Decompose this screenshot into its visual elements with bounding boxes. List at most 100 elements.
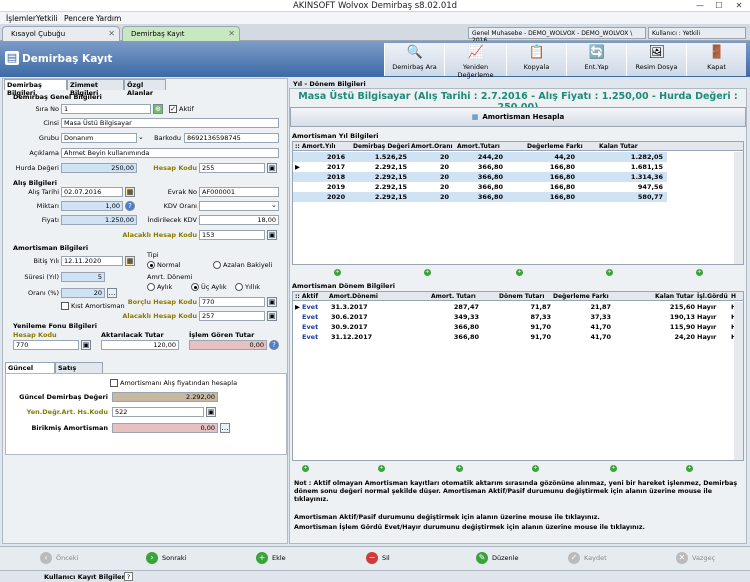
lookup-icon[interactable]: ▣: [267, 311, 277, 321]
alis-fiyat-checkbox[interactable]: [110, 379, 118, 387]
lookup-icon[interactable]: ▣: [267, 297, 277, 307]
kaydet-button[interactable]: ✓ Kaydet: [568, 552, 607, 564]
alis-tarihi-field[interactable]: 02.07.2016: [61, 187, 123, 197]
azalan-radio[interactable]: [213, 261, 221, 269]
table-row[interactable]: Evet 31.12.2017 366,80 91,70 41,70 24,20 Hayır…: [293, 332, 743, 342]
table-row[interactable]: Evet 30.9.2017 366,80 91,70 41,70 115,90 Hayır…: [293, 322, 743, 332]
tab-demirbas-kayit[interactable]: Demirbaş Kayıt ✕: [122, 26, 240, 41]
barkod-field[interactable]: 8692136598745: [184, 133, 279, 143]
table-row[interactable]: Evet 30.6.2017 349,33 87,33 37,33 190,13 Hayır…: [293, 312, 743, 322]
maximize-icon[interactable]: ☐: [713, 1, 725, 11]
add-icon[interactable]: +: [516, 269, 523, 276]
menu-yetkili[interactable]: Yetkili: [36, 14, 58, 23]
islem-goren-field[interactable]: 0,00: [189, 340, 267, 350]
alacakli-hesap-field-2[interactable]: 257: [199, 311, 265, 321]
add-icon[interactable]: +: [532, 465, 539, 472]
yen-hesap-field[interactable]: 770: [13, 340, 79, 350]
grubu-select[interactable]: Donanım: [61, 133, 137, 143]
table-row[interactable]: 2020 2.292,15 20 366,80 166,80 580,77: [293, 192, 667, 202]
onceki-button[interactable]: ‹ Önceki: [40, 552, 78, 564]
demirbas-ara-button[interactable]: 🔍 Demirbaş Ara: [384, 43, 444, 76]
lookup-icon[interactable]: ▣: [81, 340, 91, 350]
minimize-icon[interactable]: —: [694, 1, 706, 11]
help-icon[interactable]: ?: [124, 572, 133, 581]
info-icon[interactable]: ?: [269, 340, 279, 350]
scrollbar[interactable]: [734, 152, 743, 264]
guncel-deger-field[interactable]: 2.292,00: [112, 392, 218, 402]
aktarilacak-field[interactable]: 120,00: [101, 340, 179, 350]
tab-demirbas-bilgileri[interactable]: Demirbaş Bilgileri: [4, 79, 67, 97]
tab-zimmet-bilgileri[interactable]: Zimmet Bilgileri: [67, 79, 124, 97]
close-icon[interactable]: ✕: [228, 29, 235, 38]
table-row[interactable]: 2019 2.292,15 20 366,80 166,80 947,56: [293, 182, 667, 192]
aylik-radio[interactable]: [147, 283, 155, 291]
lookup-icon[interactable]: ▣: [206, 407, 216, 417]
borclu-hesap-field[interactable]: 770: [199, 297, 265, 307]
normal-radio[interactable]: [147, 261, 155, 269]
duzenle-button[interactable]: ✎ Düzenle: [476, 552, 518, 564]
miktar-field[interactable]: 1,00: [61, 201, 123, 211]
table-row[interactable]: ▶ Evet 31.3.2017 287,47 71,87 21,87 215,60 Hayı…: [293, 302, 743, 312]
tab-ozel-alanlar[interactable]: Özgl Alanlar: [124, 79, 166, 97]
kapat-button[interactable]: 🚪 Kapat: [686, 43, 746, 76]
tab-guncel-bilgiler[interactable]: Güncel Bilgiler: [5, 362, 55, 380]
sira-no-field[interactable]: 1: [61, 104, 151, 114]
lookup-icon[interactable]: ▣: [267, 230, 277, 240]
menu-pencere[interactable]: Pencere: [64, 14, 94, 23]
add-icon[interactable]: +: [378, 465, 385, 472]
hurda-field[interactable]: 250,00: [61, 163, 137, 173]
ent-yap-button[interactable]: 🔄 Ent.Yap: [566, 43, 626, 76]
chevron-down-icon[interactable]: ⌄: [271, 201, 277, 209]
yillik-radio[interactable]: [235, 283, 243, 291]
sil-button[interactable]: − Sil: [366, 552, 390, 564]
more-button[interactable]: …: [107, 288, 117, 298]
suresi-field[interactable]: 5: [61, 272, 105, 282]
kdv-orani-select[interactable]: [199, 201, 279, 211]
scrollbar[interactable]: [734, 302, 743, 460]
yeniden-degerleme-button[interactable]: 📈 Yeniden Değerleme: [444, 43, 506, 79]
menu-islemler[interactable]: İşlemler: [6, 14, 36, 23]
close-icon[interactable]: ✕: [108, 29, 115, 38]
table-row[interactable]: ▶ 2017 2.292,15 20 366,80 166,80 1.681,15: [293, 162, 667, 172]
cinsi-field[interactable]: Masa Üstü Bilgisayar: [61, 118, 279, 128]
uc-aylik-radio[interactable]: [191, 283, 199, 291]
ekle-button[interactable]: + Ekle: [256, 552, 286, 564]
fiyat-field[interactable]: 1.250,00: [61, 215, 137, 225]
kopyala-button[interactable]: 📋 Kopyala: [506, 43, 566, 76]
table-row[interactable]: 2018 2.292,15 20 366,80 166,80 1.314,36: [293, 172, 667, 182]
add-icon[interactable]: +: [424, 269, 431, 276]
birikmis-field[interactable]: 0,00: [112, 423, 218, 433]
menu-yardim[interactable]: Yardım: [96, 14, 121, 23]
table-row[interactable]: 2016 1.526,25 20 244,20 44,20 1.282,05: [293, 152, 667, 162]
amortisman-hesapla-button[interactable]: ▦ Amortisman Hesapla: [290, 107, 746, 127]
kist-checkbox[interactable]: [61, 302, 69, 310]
alacakli-hesap-field[interactable]: 153: [199, 230, 265, 240]
close-icon[interactable]: ✕: [733, 1, 745, 11]
info-icon[interactable]: ?: [125, 201, 135, 211]
orani-field[interactable]: 20: [61, 288, 105, 298]
more-button[interactable]: …: [220, 423, 230, 433]
tab-kisayol[interactable]: Kısayol Çubuğu ✕: [2, 26, 120, 41]
hesap-kodu-field[interactable]: 255: [199, 163, 265, 173]
search-icon[interactable]: ⊕: [153, 104, 163, 114]
tab-satis-bilgileri[interactable]: Satış Bilgileri: [55, 362, 103, 380]
yen-deg-art-field[interactable]: 522: [112, 407, 204, 417]
vazgec-button[interactable]: ✕ Vazgeç: [676, 552, 715, 564]
calendar-icon[interactable]: ▦: [125, 256, 135, 266]
add-icon[interactable]: +: [456, 465, 463, 472]
add-icon[interactable]: +: [686, 465, 693, 472]
add-icon[interactable]: +: [610, 465, 617, 472]
resim-dosya-button[interactable]: 🖼 Resim Dosya: [626, 43, 686, 76]
aciklama-field[interactable]: Ahmet Beyin kullanımında: [61, 148, 279, 158]
evrak-no-field[interactable]: AF000001: [199, 187, 279, 197]
bitis-yili-field[interactable]: 12.11.2020: [61, 256, 123, 266]
lookup-icon[interactable]: ▣: [267, 163, 277, 173]
aktif-checkbox[interactable]: ✓: [169, 105, 177, 113]
add-icon[interactable]: +: [696, 269, 703, 276]
ind-kdv-field[interactable]: 18,00: [199, 215, 279, 225]
sonraki-button[interactable]: › Sonraki: [146, 552, 186, 564]
add-icon[interactable]: +: [606, 269, 613, 276]
add-icon[interactable]: +: [302, 465, 309, 472]
calendar-icon[interactable]: ▦: [125, 187, 135, 197]
add-icon[interactable]: +: [334, 269, 341, 276]
